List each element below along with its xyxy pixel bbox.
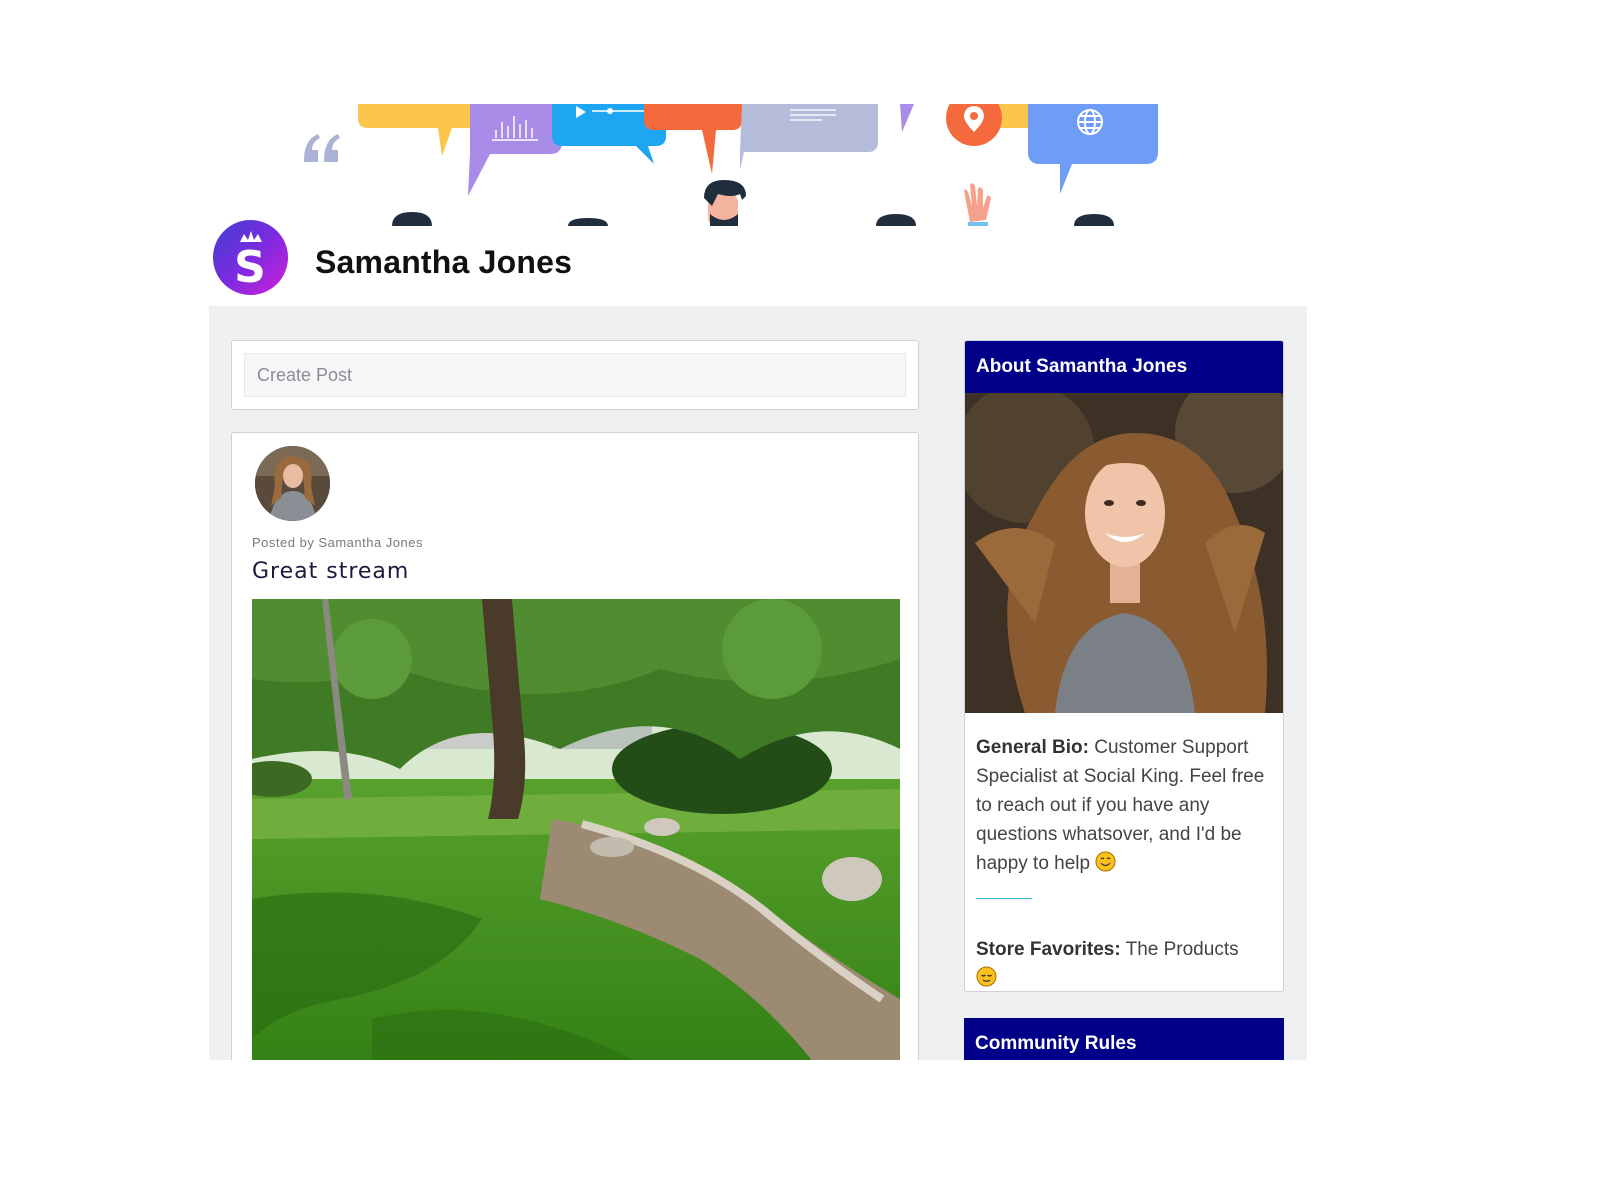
post-meta: Posted by Samantha Jones <box>252 535 423 550</box>
smiling-face-icon <box>1095 851 1116 872</box>
create-post-input[interactable] <box>244 353 906 397</box>
community-rules-card: Community Rules <box>964 1018 1284 1060</box>
store-favorites: Store Favorites: The Products <box>976 935 1272 991</box>
about-card: About Samantha Jones General Bio: Custom… <box>964 340 1284 992</box>
content-area: Posted by Samantha Jones Great stream <box>209 306 1307 1060</box>
crown-icon <box>240 231 262 242</box>
community-rules-header: Community Rules <box>964 1018 1284 1060</box>
svg-text:S: S <box>234 242 266 293</box>
person-illustration <box>704 180 746 226</box>
chat-bubble-yellow <box>358 104 478 156</box>
profile-name: Samantha Jones <box>315 244 573 280</box>
create-post-card <box>231 340 919 410</box>
relieved-face-icon <box>976 966 997 987</box>
post-card: Posted by Samantha Jones Great stream <box>231 432 919 1060</box>
about-body: General Bio: Customer Support Specialist… <box>965 713 1283 991</box>
waving-hand-icon <box>964 183 991 222</box>
chat-bubble-grey <box>740 104 878 170</box>
about-header: About Samantha Jones <box>965 341 1283 393</box>
profile-banner <box>300 104 1180 226</box>
brand-logo[interactable]: S <box>213 220 288 295</box>
divider <box>976 898 1032 899</box>
post-image[interactable] <box>252 599 900 1060</box>
avatar[interactable] <box>255 446 330 521</box>
post-title[interactable]: Great stream <box>252 559 409 584</box>
about-photo <box>965 393 1283 713</box>
general-bio: General Bio: Customer Support Specialist… <box>976 733 1272 878</box>
bio-label: General Bio: <box>976 737 1089 758</box>
quote-icon <box>304 134 340 162</box>
favorites-label: Store Favorites: <box>976 939 1121 960</box>
favorites-text: The Products <box>1125 939 1239 960</box>
chat-bubble-globe <box>1028 104 1158 194</box>
